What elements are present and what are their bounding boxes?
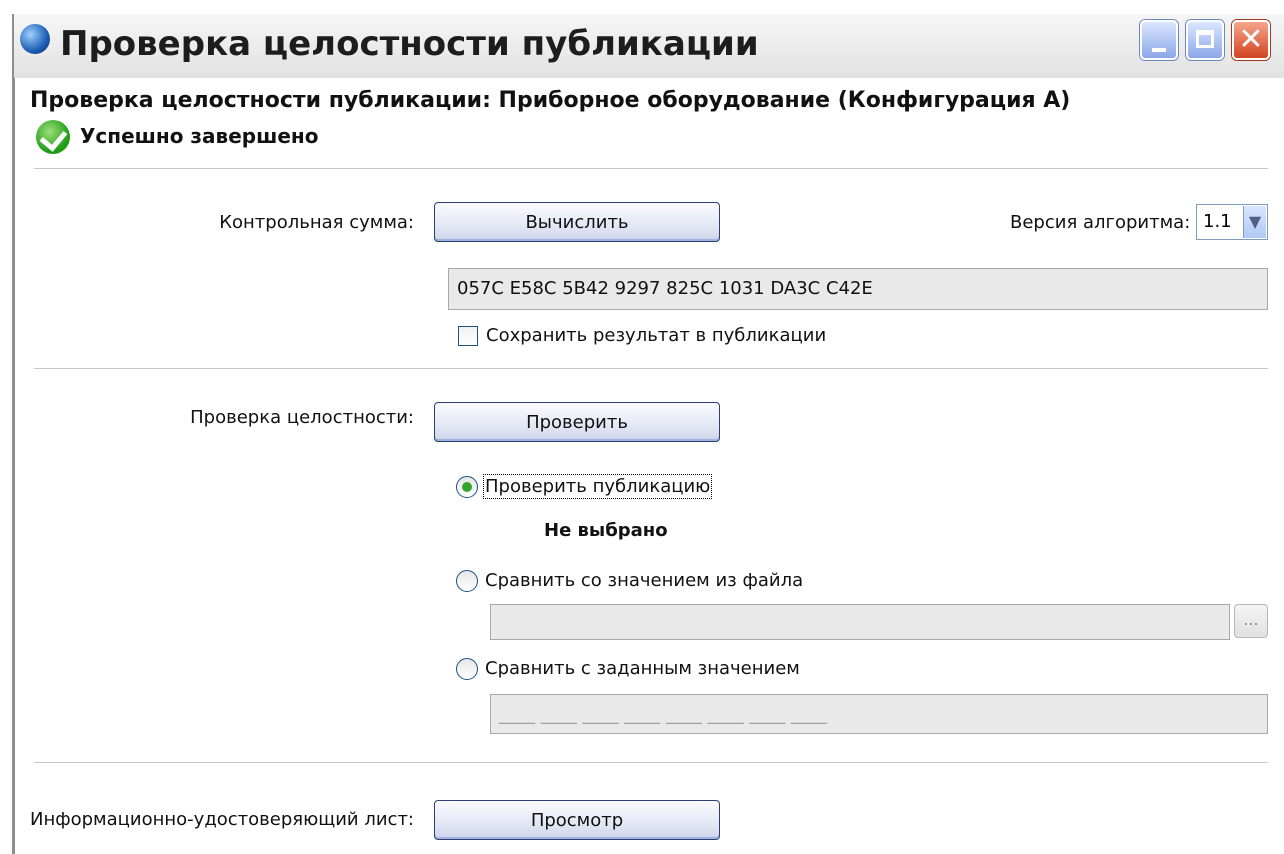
radio-compare-value-label[interactable]: Сравнить с заданным значением: [485, 658, 800, 679]
integrity-check-window: Проверка целостности публикации ✕ Провер…: [0, 0, 1284, 854]
window-border: [12, 14, 15, 854]
radio-compare-file-label[interactable]: Сравнить со значением из файла: [485, 570, 803, 591]
algorithm-version-select[interactable]: 1.1 ▼: [1196, 204, 1268, 240]
file-path-field[interactable]: [490, 604, 1230, 640]
radio-check-publication[interactable]: [456, 476, 478, 498]
radio-selected-dot: [462, 482, 472, 492]
divider: [34, 762, 1268, 764]
save-result-checkbox[interactable]: [458, 326, 478, 346]
browse-button[interactable]: ...: [1234, 604, 1268, 638]
radio-check-publication-label[interactable]: Проверить публикацию: [482, 474, 713, 499]
window-title: Проверка целостности публикации: [60, 24, 759, 64]
save-result-label[interactable]: Сохранить результат в публикации: [486, 325, 826, 346]
check-circle-icon: [36, 120, 70, 154]
status-text: Успешно завершено: [80, 124, 319, 148]
divider: [34, 168, 1268, 170]
compute-button[interactable]: Вычислить: [434, 202, 720, 242]
minimize-button[interactable]: [1140, 20, 1178, 60]
selection-status: Не выбрано: [544, 520, 668, 541]
algorithm-version-label: Версия алгоритма:: [1010, 212, 1191, 233]
view-button[interactable]: Просмотр: [434, 800, 720, 840]
maximize-button[interactable]: [1186, 20, 1224, 60]
manual-value-field[interactable]: ____ ____ ____ ____ ____ ____ ____ ____: [490, 694, 1268, 734]
close-button[interactable]: ✕: [1232, 20, 1270, 60]
certificate-label: Информационно-удостоверяющий лист:: [30, 809, 414, 830]
radio-compare-file[interactable]: [456, 570, 478, 592]
maximize-icon: [1196, 30, 1214, 48]
integrity-check-label: Проверка целостности:: [190, 407, 414, 428]
page-title: Проверка целостности публикации: Приборн…: [30, 88, 1071, 113]
close-icon: ✕: [1238, 22, 1264, 57]
minimize-icon: [1152, 48, 1166, 52]
globe-icon: [20, 24, 50, 54]
verify-button[interactable]: Проверить: [434, 402, 720, 442]
divider: [34, 368, 1268, 370]
checksum-label: Контрольная сумма:: [219, 212, 414, 233]
chevron-down-icon[interactable]: ▼: [1243, 206, 1266, 238]
radio-compare-value[interactable]: [456, 658, 478, 680]
algorithm-version-value: 1.1: [1203, 211, 1232, 232]
checksum-value-field[interactable]: 057C E58C 5B42 9297 825C 1031 DA3C C42E: [448, 268, 1268, 310]
